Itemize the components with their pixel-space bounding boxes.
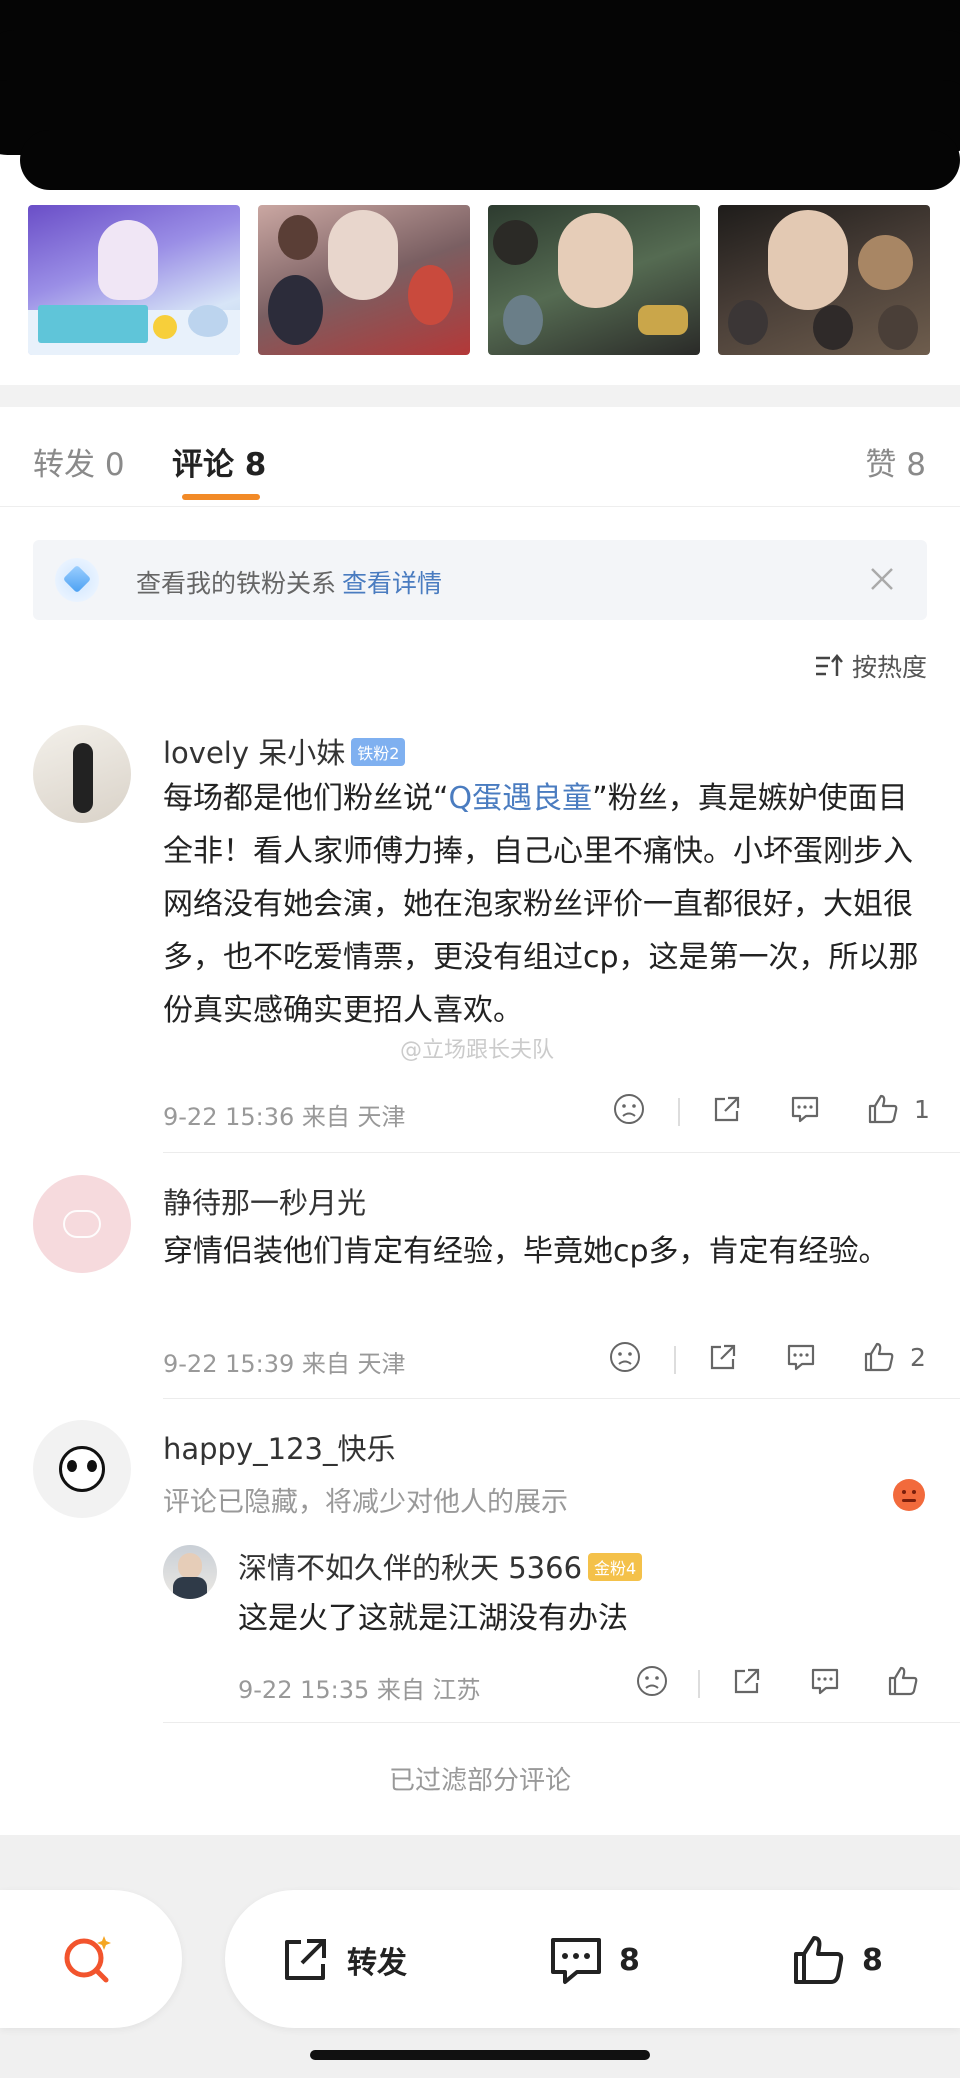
username-text: lovely 呆小妹 xyxy=(163,736,346,770)
filtered-comments-note[interactable]: 已过滤部分评论 xyxy=(0,1760,960,1797)
like-button[interactable]: 8 xyxy=(790,1932,883,1988)
reply-button[interactable] xyxy=(784,1340,818,1374)
comment-count: 8 xyxy=(619,1942,640,1978)
divider xyxy=(163,1398,960,1399)
comment-actions: 2 xyxy=(600,1340,930,1380)
sort-button[interactable]: 按热度 xyxy=(814,648,927,684)
gold-fan-badge: 金粉4 xyxy=(588,1553,643,1581)
divider xyxy=(163,1722,960,1723)
tab-comment[interactable]: 评论 8 xyxy=(172,439,266,484)
iron-fan-banner[interactable]: 查看我的铁粉关系 查看详情 xyxy=(33,540,927,620)
avatar[interactable] xyxy=(33,725,131,823)
sad-face-icon xyxy=(637,1666,667,1696)
comment-text-part: ”粉丝，真是嫉妒使面目全非！看人家师傅力捧，自己心里不痛快。小坏蛋刚步入网络没有… xyxy=(163,781,919,1028)
thumbs-up-icon xyxy=(868,1094,898,1124)
like-button[interactable] xyxy=(886,1664,920,1698)
banner-text: 查看我的铁粉关系 查看详情 xyxy=(136,564,442,600)
comment-icon xyxy=(811,1668,839,1695)
dislike-button[interactable] xyxy=(635,1664,669,1698)
thumbs-up-icon xyxy=(794,1936,844,1984)
sad-face-icon xyxy=(610,1342,640,1372)
reply-button[interactable] xyxy=(808,1664,842,1698)
redacted-header xyxy=(0,0,960,215)
share-icon xyxy=(714,1096,740,1122)
iron-fan-badge: 铁粉2 xyxy=(351,738,406,766)
comment-username[interactable]: lovely 呆小妹 铁粉2 xyxy=(163,730,406,772)
search-icon xyxy=(64,1936,111,1983)
action-bar: 转发 8 8 xyxy=(225,1890,960,2028)
like-count: 8 xyxy=(862,1942,883,1978)
comment-button[interactable]: 8 xyxy=(547,1932,640,1988)
separator xyxy=(674,1346,676,1374)
banner-label: 查看我的铁粉关系 xyxy=(136,569,337,598)
thumbs-up-icon xyxy=(864,1342,894,1372)
share-icon xyxy=(710,1344,736,1370)
section-divider xyxy=(0,385,960,407)
comment-username[interactable]: 静待那一秒月光 xyxy=(163,1180,366,1222)
dislike-button[interactable] xyxy=(612,1092,646,1126)
repost-label: 转发 xyxy=(347,1946,407,1981)
dislike-button[interactable] xyxy=(608,1340,642,1374)
avatar[interactable] xyxy=(33,1420,131,1518)
sort-icon xyxy=(815,654,843,676)
divider xyxy=(163,1152,960,1153)
share-icon xyxy=(285,1939,326,1980)
tab-like[interactable]: 赞 8 xyxy=(865,439,926,484)
comment-meta: 9-22 15:39 来自 天津 xyxy=(163,1350,406,1378)
like-button[interactable]: 2 xyxy=(862,1340,926,1374)
image-gallery xyxy=(28,205,932,355)
thumbnail-image[interactable] xyxy=(488,205,700,355)
thumbnail-image[interactable] xyxy=(28,205,240,355)
sort-label: 按热度 xyxy=(851,653,927,682)
like-count: 2 xyxy=(910,1342,926,1372)
like-button[interactable]: 1 xyxy=(866,1092,930,1126)
comment-meta: 9-22 15:36 来自 天津 xyxy=(163,1103,406,1131)
username-text: 深情不如久伴的秋天 5366 xyxy=(238,1551,583,1585)
thumbs-up-icon xyxy=(888,1666,918,1696)
comment-actions: 1 xyxy=(600,1092,930,1132)
search-button[interactable] xyxy=(0,1890,182,2028)
topic-link[interactable]: Q蛋遇良童 xyxy=(449,781,593,816)
reply-meta: 9-22 15:35 来自 江苏 xyxy=(238,1676,481,1704)
active-tab-indicator xyxy=(182,494,260,500)
reply-button[interactable] xyxy=(788,1092,822,1126)
avatar[interactable] xyxy=(33,1175,131,1273)
separator xyxy=(698,1670,700,1698)
hidden-comment-note: 评论已隐藏，将减少对他人的展示 xyxy=(163,1487,568,1518)
share-button[interactable] xyxy=(706,1340,740,1374)
reply-username[interactable]: 深情不如久伴的秋天 5366 金粉4 xyxy=(238,1545,643,1587)
comment-icon xyxy=(791,1096,819,1123)
comment-text: 穿情侣装他们肯定有经验，毕竟她cp多，肯定有经验。 xyxy=(163,1234,889,1269)
separator xyxy=(678,1098,680,1126)
like-count: 1 xyxy=(914,1094,930,1124)
comment-text-part: 每场都是他们粉丝说“ xyxy=(163,781,449,816)
reply-text: 这是火了这就是江湖没有办法 xyxy=(238,1601,628,1636)
reply-avatar[interactable] xyxy=(163,1545,217,1599)
diamond-icon xyxy=(55,558,99,602)
reply-actions xyxy=(620,1664,930,1704)
share-button[interactable] xyxy=(730,1664,764,1698)
comment-text: 每场都是他们粉丝说“Q蛋遇良童”粉丝，真是嫉妒使面目全非！看人家师傅力捧，自己心… xyxy=(163,772,923,1037)
comment-icon xyxy=(787,1344,815,1371)
comment-username[interactable]: happy_123_快乐 xyxy=(163,1426,395,1468)
angry-face-icon[interactable] xyxy=(893,1479,925,1511)
repost-button[interactable]: 转发 xyxy=(277,1932,407,1988)
share-button[interactable] xyxy=(710,1092,744,1126)
view-details-link[interactable]: 查看详情 xyxy=(342,569,442,598)
comment-icon xyxy=(551,1938,601,1984)
home-indicator xyxy=(310,2050,650,2060)
share-icon xyxy=(734,1668,760,1694)
watermark: @立场跟长夫队 xyxy=(400,1038,555,1063)
sad-face-icon xyxy=(614,1094,644,1124)
thumbnail-image[interactable] xyxy=(258,205,470,355)
close-icon[interactable] xyxy=(865,562,899,596)
tab-bar: 转发 0 评论 8 赞 8 xyxy=(0,407,960,507)
thumbnail-image[interactable] xyxy=(718,205,930,355)
tab-repost[interactable]: 转发 0 xyxy=(33,439,125,484)
